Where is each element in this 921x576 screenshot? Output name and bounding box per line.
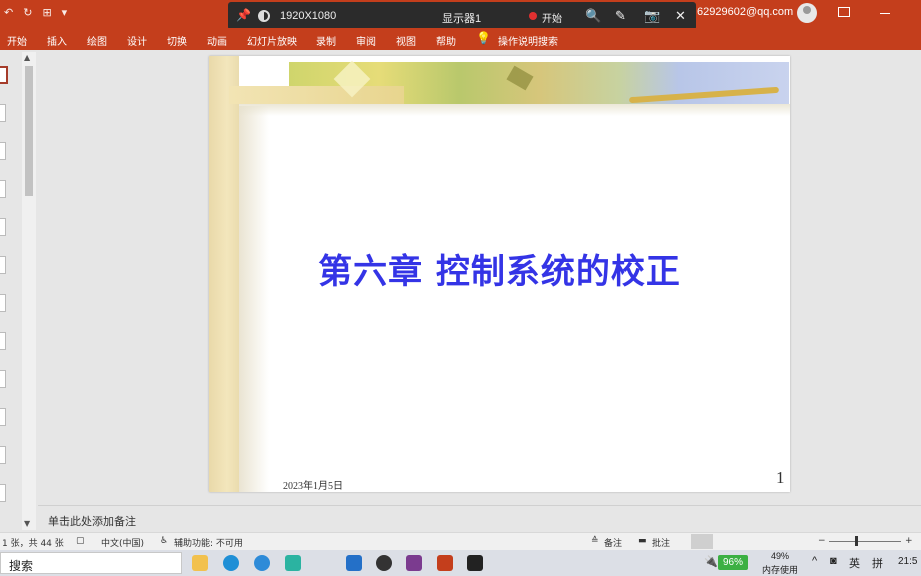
zoom-out-icon[interactable]: − <box>818 536 826 546</box>
redo-icon[interactable]: ↻ <box>23 6 32 19</box>
slide-thumbnail[interactable] <box>0 256 6 274</box>
notes-pane[interactable]: 单击此处添加备注 <box>38 505 921 531</box>
close-icon[interactable]: ✕ <box>675 8 686 24</box>
record-start-button[interactable]: 开始 <box>542 10 562 25</box>
resolution-label[interactable]: 1920X1080 <box>280 10 336 22</box>
scroll-up-icon[interactable]: ▲ <box>24 53 30 62</box>
spellcheck-icon[interactable]: ▢ <box>76 536 85 546</box>
scroll-down-icon[interactable]: ▼ <box>24 519 30 528</box>
tab-slideshow[interactable]: 幻灯片放映 <box>247 33 297 48</box>
slide-count: 1 张，共 44 张 <box>2 539 64 549</box>
slide-thumbnail[interactable] <box>0 66 8 84</box>
tab-help[interactable]: 帮助 <box>436 33 456 48</box>
pen-icon[interactable]: ✎ <box>615 8 626 24</box>
slide-thumbnail[interactable] <box>0 104 6 122</box>
taskbar-search[interactable]: 搜索 <box>0 552 182 574</box>
slideshow-icon[interactable]: ⊞ <box>42 6 51 19</box>
slide-thumbnail[interactable] <box>0 484 6 502</box>
slide-thumbnail[interactable] <box>0 142 6 160</box>
status-bar: 1 张，共 44 张 ▢ 中文(中国) ♿ 辅助功能: 不可用 ≙ 备注 ▬ 批… <box>0 532 921 550</box>
battery-percentage[interactable]: 96% <box>718 555 748 570</box>
normal-view-button[interactable] <box>691 534 713 549</box>
camera-icon[interactable]: 📷 <box>644 8 660 24</box>
vscode-icon[interactable] <box>346 555 362 571</box>
monitor-selector[interactable]: 显示器1 <box>442 10 481 26</box>
contrast-icon[interactable] <box>258 10 270 22</box>
accessibility-status[interactable]: 辅助功能: 不可用 <box>174 536 243 549</box>
search-icon[interactable]: 🔍 <box>585 8 601 24</box>
slideshow-button[interactable] <box>786 534 808 549</box>
tab-draw[interactable]: 绘图 <box>87 33 107 48</box>
slide-sorter-button[interactable] <box>722 534 744 549</box>
slide-number[interactable]: 1 <box>776 468 785 488</box>
clock[interactable]: 21:5 <box>898 556 917 567</box>
lightbulb-icon: 💡 <box>476 31 491 45</box>
slide-thumbnail[interactable] <box>0 446 6 464</box>
taskbar-search-label: 搜索 <box>9 559 34 573</box>
ribbon-tabs: 开始 插入 绘图 设计 切换 动画 幻灯片放映 录制 审阅 视图 帮助 💡 操作… <box>0 28 921 50</box>
winrar-icon[interactable] <box>406 555 422 571</box>
taskbar: 搜索 🔌 96% 49% 内存使用 ^ ◙ 英 拼 21:5 <box>0 550 921 576</box>
slide-thumbnail[interactable] <box>0 370 6 388</box>
scrollbar-thumb[interactable] <box>25 66 33 196</box>
tab-design[interactable]: 设计 <box>127 33 147 48</box>
tab-record[interactable]: 录制 <box>316 33 336 48</box>
comments-icon[interactable]: ▬ <box>638 536 647 546</box>
account-email[interactable]: 62929602@qq.com <box>697 6 793 18</box>
tab-review[interactable]: 审阅 <box>356 33 376 48</box>
tab-view[interactable]: 视图 <box>396 33 416 48</box>
app-icon[interactable] <box>285 555 301 571</box>
reading-view-button[interactable] <box>755 534 777 549</box>
customize-qat-icon[interactable]: ▾ <box>62 6 68 19</box>
thumbnail-scrollbar[interactable]: ▲ ▼ <box>22 52 36 530</box>
notes-placeholder[interactable]: 单击此处添加备注 <box>48 513 136 529</box>
tell-me-search[interactable]: 操作说明搜索 <box>498 33 558 48</box>
slide-thumbnail[interactable] <box>0 408 6 426</box>
notes-icon[interactable]: ≙ <box>591 536 599 546</box>
record-dot-icon[interactable] <box>529 12 537 20</box>
edge-icon[interactable] <box>223 555 239 571</box>
notes-button[interactable]: 备注 <box>604 536 622 549</box>
language-status[interactable]: 中文(中国) <box>101 536 144 549</box>
slide-canvas[interactable]: 第六章 控制系统的校正 2023年1月5日 1 <box>209 56 790 492</box>
slide-date[interactable]: 2023年1月5日 <box>283 477 343 492</box>
powerpoint-icon[interactable] <box>437 555 453 571</box>
browser-icon[interactable] <box>254 555 270 571</box>
zoom-slider[interactable] <box>829 541 901 542</box>
memory-label: 内存使用 <box>762 565 799 575</box>
slide-thumbnail[interactable] <box>0 294 6 312</box>
battery-icon[interactable]: 🔌 <box>704 555 718 568</box>
screen-recorder-icon[interactable] <box>467 555 483 571</box>
zoom-in-icon[interactable]: + <box>905 536 913 546</box>
quick-access-toolbar: ↶ ↻ ⊞ ▾ <box>4 6 67 19</box>
chevron-up-icon[interactable]: ^ <box>812 555 817 567</box>
screen-recorder-toolbar: 📌 1920X1080 显示器1 开始 🔍 ✎ 📷 ✕ <box>228 2 696 30</box>
slide-thumbnail[interactable] <box>0 180 6 198</box>
file-explorer-icon[interactable] <box>192 555 208 571</box>
avatar[interactable] <box>797 3 817 23</box>
accessibility-icon[interactable]: ♿ <box>160 536 168 546</box>
tab-home[interactable]: 开始 <box>7 33 27 48</box>
slide-decoration-shadow <box>239 104 790 116</box>
zoom-slider-thumb[interactable] <box>855 536 858 546</box>
memory-percentage: 49% <box>771 551 790 561</box>
qq-icon[interactable] <box>376 555 392 571</box>
comments-button[interactable]: 批注 <box>652 536 670 549</box>
undo-icon[interactable]: ↶ <box>4 6 13 19</box>
tab-animations[interactable]: 动画 <box>207 33 227 48</box>
tab-transitions[interactable]: 切换 <box>167 33 187 48</box>
slide-decoration-top-accent <box>229 86 404 104</box>
slide-thumbnail[interactable] <box>0 218 6 236</box>
tab-insert[interactable]: 插入 <box>47 33 67 48</box>
ime-language[interactable]: 英 <box>849 555 860 571</box>
slide-thumbnail[interactable] <box>0 332 6 350</box>
tray-app-icon[interactable]: ◙ <box>830 555 837 567</box>
minimize-icon[interactable] <box>880 13 890 14</box>
ime-mode[interactable]: 拼 <box>872 555 883 571</box>
ribbon-display-options-icon[interactable] <box>838 7 850 17</box>
pin-icon[interactable]: 📌 <box>236 8 251 22</box>
slide-title[interactable]: 第六章 控制系统的校正 <box>209 244 790 293</box>
